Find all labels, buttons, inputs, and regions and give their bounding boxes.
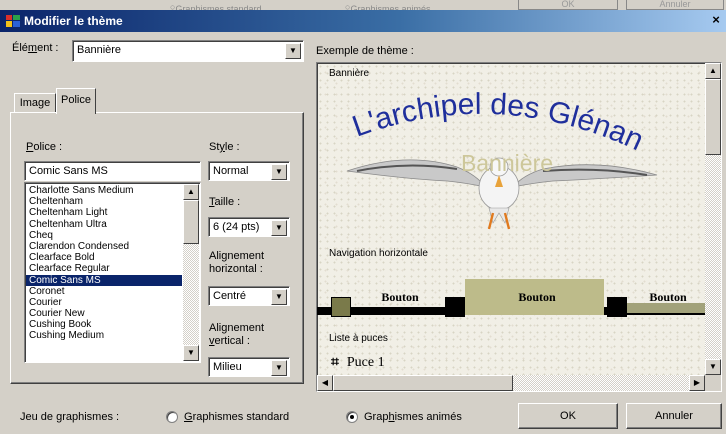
font-list-item[interactable]: Courier (26, 297, 182, 308)
font-list-item[interactable]: Cheq (26, 230, 182, 241)
font-list-item[interactable]: Clarendon Condensed (26, 241, 182, 252)
preview-label: Exemple de thème : (316, 45, 414, 57)
font-list-item[interactable]: Clearface Regular (26, 263, 182, 274)
valign-select[interactable]: Milieu ▼ (208, 357, 290, 377)
font-list-item[interactable]: Comic Sans MS (26, 274, 182, 286)
font-label: Police : (26, 141, 63, 153)
scroll-left-icon[interactable]: ◀ (317, 375, 333, 391)
font-list-item[interactable]: Cushing Book (26, 319, 182, 330)
scroll-down-icon[interactable]: ▼ (183, 345, 199, 361)
font-list-item[interactable]: Courier New (26, 308, 182, 319)
style-label: Style : (209, 141, 240, 153)
scroll-thumb[interactable] (183, 200, 199, 244)
nav-marker-1 (331, 297, 351, 317)
banner-subtitle: Bannière (461, 150, 553, 176)
nav-button-1[interactable]: Bouton (365, 279, 435, 315)
element-select-value: Bannière (77, 44, 122, 56)
close-icon[interactable]: × (708, 12, 724, 28)
cancel-button[interactable]: Annuler (626, 403, 722, 429)
font-list-item[interactable]: Cheltenham (26, 196, 182, 207)
scroll-up-icon[interactable]: ▲ (705, 63, 721, 79)
halign-select-value: Centré (213, 290, 247, 302)
ok-button[interactable]: OK (518, 403, 618, 429)
preview-list-section-label: Liste à puces (329, 333, 388, 344)
chevron-down-icon[interactable]: ▼ (271, 360, 287, 376)
radio-animated-label[interactable]: Graphismes animés (364, 411, 462, 423)
theme-icon (6, 15, 20, 27)
element-label: Élément : (12, 42, 59, 54)
nav-button-3[interactable]: Bouton (633, 279, 703, 315)
scroll-corner (705, 375, 721, 391)
radio-standard[interactable] (166, 411, 178, 423)
chevron-down-icon[interactable]: ▼ (271, 164, 287, 180)
size-label: Taille : (209, 196, 241, 208)
font-list-item[interactable]: Cheltenham Light (26, 207, 182, 218)
scroll-down-icon[interactable]: ▼ (705, 359, 721, 375)
dialog-title-bar[interactable]: Modifier le thème × (0, 10, 726, 32)
chevron-down-icon[interactable]: ▼ (285, 43, 301, 59)
nav-button-2[interactable]: Bouton (497, 279, 577, 315)
nav-marker-2 (445, 297, 465, 317)
element-select[interactable]: Bannière ▼ (72, 40, 304, 62)
banner-graphic: L'archipel des Glénan Bannière (346, 88, 658, 230)
size-select[interactable]: 6 (24 pts) ▼ (208, 217, 290, 237)
banner-title: L'archipel des Glénan (348, 88, 648, 157)
font-list-item[interactable]: Clearface Bold (26, 252, 182, 263)
font-list-item[interactable]: Cheltenham Ultra (26, 219, 182, 230)
background-cancel-button: Annuler (626, 0, 724, 10)
tab-image[interactable]: Image (14, 93, 56, 113)
nav-marker-3 (607, 297, 627, 317)
tab-police[interactable]: Police (56, 88, 96, 114)
radio-standard-label[interactable]: Graphismes standard (184, 411, 289, 423)
theme-preview[interactable]: Bannière L'archipel des Glénan Bannière … (316, 62, 722, 392)
style-select[interactable]: Normal ▼ (208, 161, 290, 181)
preview-hscroll-thumb[interactable] (333, 375, 513, 391)
scroll-right-icon[interactable]: ▶ (689, 375, 705, 391)
font-input[interactable]: Comic Sans MS (24, 161, 201, 181)
valign-select-value: Milieu (213, 361, 242, 373)
font-list-item[interactable]: Charlotte Sans Medium (26, 185, 182, 196)
radio-animated[interactable] (346, 411, 358, 423)
size-select-value: 6 (24 pts) (213, 221, 260, 233)
halign-label: Alignement horizontal : (209, 250, 265, 275)
dialog-title: Modifier le thème (24, 14, 123, 28)
font-list[interactable]: Charlotte Sans Medium Cheltenham Cheltenha… (24, 182, 201, 363)
graphics-set-label: Jeu de graphismes : (20, 411, 120, 423)
font-list-item[interactable]: Cushing Medium (26, 330, 182, 341)
chevron-down-icon[interactable]: ▼ (271, 220, 287, 236)
chevron-down-icon[interactable]: ▼ (271, 289, 287, 305)
preview-nav-section-label: Navigation horizontale (329, 248, 428, 259)
font-list-item[interactable]: Coronet (26, 286, 182, 297)
scroll-up-icon[interactable]: ▲ (183, 184, 199, 200)
preview-bullet-item: ⌗ Puce 1 (331, 355, 385, 370)
preview-vscroll-thumb[interactable] (705, 79, 721, 155)
background-ok-button: OK (518, 0, 618, 10)
halign-select[interactable]: Centré ▼ (208, 286, 290, 306)
style-select-value: Normal (213, 165, 249, 177)
bullet-icon: ⌗ (331, 355, 339, 370)
valign-label: Alignement vertical : (209, 322, 265, 347)
